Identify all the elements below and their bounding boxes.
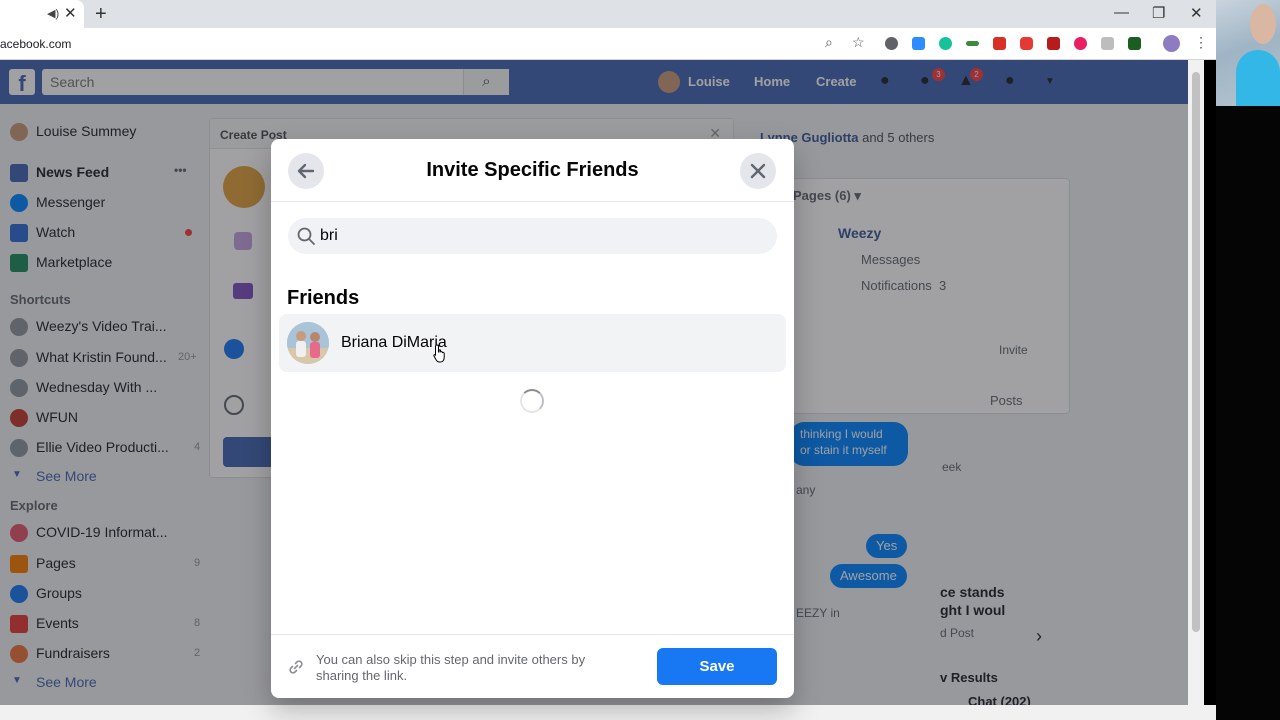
zoom-extension-icon[interactable] [912,37,925,50]
loading-spinner [520,389,544,413]
extension-icon[interactable] [885,37,898,50]
friends-section-title: Friends [287,287,360,309]
friend-list-item[interactable]: Briana DiMaria [279,314,786,372]
extension-icon[interactable] [1128,37,1141,50]
friend-avatar [287,322,329,364]
browser-tab[interactable]: ◀) ✕ [0,0,84,28]
webcam-strip [1216,0,1280,720]
hand-cursor-icon [433,344,445,363]
close-icon [750,163,766,179]
dialog-header: Invite Specific Friends [271,139,794,202]
camera-extension-icon[interactable] [1020,37,1033,50]
scrollbar-thumb[interactable] [1192,72,1200,632]
address-bar: acebook.com ⌕ ☆ ⋮ [0,28,1216,60]
dialog-footer: You can also skip this step and invite o… [271,634,794,698]
link-icon [289,660,303,674]
screen: ◀) ✕ + — ❐ ✕ acebook.com ⌕ ☆ ⋮ f Search [0,0,1280,720]
profile-avatar-icon[interactable] [1163,35,1180,52]
browser-tabstrip: ◀) ✕ + — ❐ ✕ [0,0,1216,28]
new-tab-icon[interactable]: + [95,3,107,26]
tab-close-icon[interactable]: ✕ [64,4,77,22]
window-close-icon[interactable]: ✕ [1190,4,1203,22]
minimize-icon[interactable]: — [1114,4,1129,21]
page-scrollbar[interactable] [1188,60,1204,705]
zoom-icon[interactable]: ⌕ [825,34,833,51]
close-button[interactable] [740,153,776,189]
extension-icon[interactable] [966,41,979,46]
url-text[interactable]: acebook.com [0,37,71,51]
search-icon [297,227,315,245]
avatar-photo [287,322,329,364]
horizontal-scrollbar[interactable] [0,705,1216,720]
browser-menu-icon[interactable]: ⋮ [1194,34,1208,51]
save-button[interactable]: Save [657,648,777,685]
tab-audio-icon[interactable]: ◀) [47,7,59,20]
extension-icon[interactable] [993,37,1006,50]
pdf-extension-icon[interactable] [1047,37,1060,50]
friend-search-input[interactable] [320,218,760,254]
share-link-hint: You can also skip this step and invite o… [316,652,586,683]
grammarly-icon[interactable] [939,37,952,50]
webcam-person-body [1236,50,1280,106]
dialog-title: Invite Specific Friends [426,159,639,181]
invite-friends-dialog: Invite Specific Friends Friends [271,139,794,698]
restore-icon[interactable]: ❐ [1152,4,1165,22]
friend-name: Briana DiMaria [341,334,447,351]
webcam-person-head [1250,4,1276,44]
extension-icon[interactable] [1074,37,1087,50]
friend-search-box[interactable] [288,218,777,254]
extension-icon[interactable] [1101,37,1114,50]
bookmark-star-icon[interactable]: ☆ [852,34,865,51]
